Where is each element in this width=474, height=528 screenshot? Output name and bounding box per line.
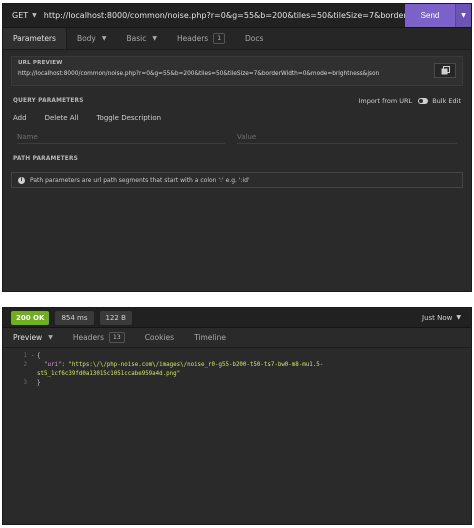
- json-string: "https:\/\/php-noise.com\/images\/noise_…: [68, 362, 324, 368]
- url-bar: GET ▼ http://localhost:8000/common/noise…: [3, 4, 471, 28]
- delete-all-button[interactable]: Delete All: [45, 114, 79, 122]
- chevron-down-icon: ▼: [48, 334, 53, 341]
- tab-label: Docs: [245, 34, 264, 43]
- code-line: 1 - {: [3, 352, 471, 361]
- query-params-title: QUERY PARAMETERS: [13, 98, 84, 104]
- tab-docs[interactable]: Docs: [235, 28, 273, 49]
- line-number: 2: [23, 362, 28, 368]
- url-preview-label: URL PREVIEW: [18, 60, 63, 66]
- response-panel: 200 OK 854 ms 122 B Just Now ▼ Preview ▼…: [2, 307, 472, 525]
- method-label: GET: [12, 11, 29, 20]
- response-headers-count-badge: 13: [109, 332, 125, 343]
- info-icon: i: [18, 176, 25, 184]
- json-string: st5_1cf6c39fd0a13015c1051ccabe959a4d.png…: [37, 371, 181, 377]
- url-input[interactable]: http://localhost:8000/common/noise.php?r…: [42, 11, 405, 20]
- response-time-badge: 854 ms: [55, 310, 94, 325]
- chevron-down-icon: ▼: [152, 35, 157, 42]
- param-name-input[interactable]: Name: [17, 130, 225, 144]
- line-number: 1: [23, 353, 28, 359]
- response-status-bar: 200 OK 854 ms 122 B Just Now ▼: [3, 308, 471, 328]
- path-params-info: i Path parameters are url path segments …: [11, 172, 463, 188]
- tab-label: Basic: [126, 34, 147, 43]
- json-key: "uri": [43, 362, 62, 368]
- toggle-description-button[interactable]: Toggle Description: [96, 114, 161, 122]
- tab-label: Body: [76, 34, 96, 43]
- query-params-header: QUERY PARAMETERS Import from URL Bulk Ed…: [3, 94, 471, 108]
- copy-icon: [441, 66, 450, 75]
- send-options-chevron-icon[interactable]: ▼: [455, 4, 471, 27]
- bulk-edit-label[interactable]: Bulk Edit: [432, 97, 461, 105]
- import-from-url-button[interactable]: Import from URL: [358, 97, 412, 105]
- tab-cookies[interactable]: Cookies: [135, 328, 184, 347]
- status-badge: 200 OK: [11, 310, 50, 325]
- tab-timeline[interactable]: Timeline: [184, 328, 236, 347]
- tab-label: Timeline: [194, 333, 226, 342]
- bulk-edit-toggle[interactable]: [418, 98, 429, 104]
- response-body[interactable]: 1 - { 2 "uri": "https:\/\/php-noise.com\…: [3, 348, 471, 388]
- path-params-info-text: Path parameters are url path segments th…: [30, 176, 250, 184]
- code-text: {: [37, 353, 41, 359]
- tab-label: Headers: [72, 333, 105, 342]
- tab-label: Headers: [176, 34, 209, 43]
- query-params-actions: Add Delete All Toggle Description: [3, 108, 471, 128]
- path-params-title: PATH PARAMETERS: [13, 156, 79, 162]
- tab-response-headers[interactable]: Headers 13: [63, 328, 135, 347]
- tab-label: Parameters: [13, 34, 56, 43]
- add-param-button[interactable]: Add: [13, 114, 27, 122]
- path-params-header: PATH PARAMETERS: [3, 152, 471, 166]
- response-size-badge: 122 B: [99, 310, 132, 325]
- code-line: 2 "uri": "https:\/\/php-noise.com\/image…: [3, 361, 471, 370]
- code-text: "uri": "https:\/\/php-noise.com\/images\…: [37, 361, 323, 370]
- code-line: 3 }: [3, 379, 471, 388]
- headers-count-badge: 1: [213, 33, 226, 44]
- param-row: Name Value: [3, 128, 471, 146]
- tab-parameters[interactable]: Parameters: [3, 28, 67, 49]
- history-label: Just Now: [422, 313, 453, 322]
- chevron-down-icon: ▼: [101, 35, 107, 42]
- copy-button[interactable]: [434, 63, 456, 78]
- tab-label: Preview: [13, 333, 43, 342]
- line-number: 3: [23, 380, 28, 386]
- code-text: st5_1cf6c39fd0a13015c1051ccabe959a4d.png…: [37, 370, 180, 379]
- query-params-tools: Import from URL Bulk Edit: [358, 97, 461, 105]
- code-text: }: [37, 380, 41, 386]
- code-line-wrapped: st5_1cf6c39fd0a13015c1051ccabe959a4d.png…: [3, 370, 471, 379]
- send-button[interactable]: Send: [405, 4, 455, 27]
- request-panel: GET ▼ http://localhost:8000/common/noise…: [2, 3, 472, 292]
- param-value-input[interactable]: Value: [237, 130, 457, 144]
- url-preview: URL PREVIEW http://localhost:8000/common…: [11, 56, 463, 86]
- tab-body[interactable]: Body ▼: [67, 28, 117, 49]
- chevron-down-icon: ▼: [456, 314, 461, 321]
- tab-headers[interactable]: Headers 1: [167, 28, 235, 49]
- tab-preview[interactable]: Preview ▼: [3, 328, 63, 347]
- method-dropdown[interactable]: GET ▼: [3, 4, 42, 27]
- request-tabs: Parameters Body ▼ Basic ▼ Headers 1 Docs: [3, 28, 471, 50]
- tab-auth-basic[interactable]: Basic ▼: [117, 28, 167, 49]
- url-preview-value: http://localhost:8000/common/noise.php?r…: [18, 71, 380, 77]
- history-dropdown[interactable]: Just Now ▼: [422, 314, 471, 322]
- response-tabs: Preview ▼ Headers 13 Cookies Timeline: [3, 328, 471, 348]
- tab-label: Cookies: [144, 333, 175, 342]
- line-number: [3, 370, 31, 379]
- chevron-down-icon: ▼: [32, 12, 37, 19]
